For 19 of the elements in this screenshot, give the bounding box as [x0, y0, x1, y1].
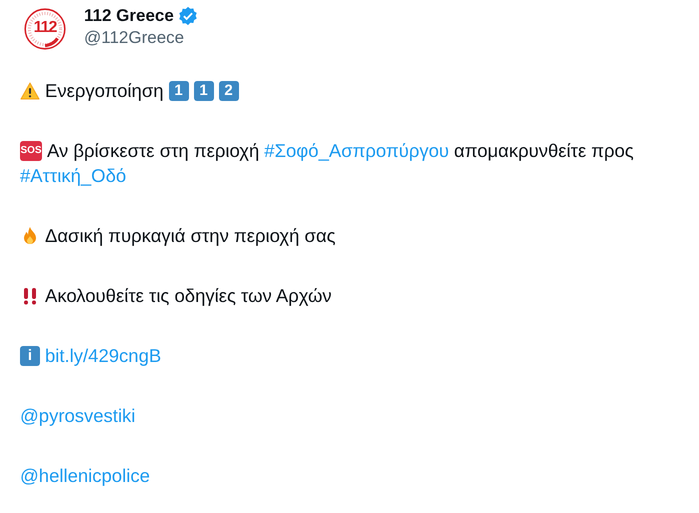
sos-emoji: SOS [20, 140, 42, 160]
tweet-link[interactable]: bit.ly/429cngB [45, 343, 162, 368]
tweet-link[interactable]: @pyrosvestiki [20, 403, 136, 428]
tweet-link[interactable]: @hellenicpolice [20, 463, 150, 488]
warning-icon [20, 80, 40, 100]
account-name[interactable]: 112 Greece [84, 6, 174, 26]
tweet-text: Δασική πυρκαγιά στην περιοχή σας [45, 224, 336, 248]
number-key-emoji: 2 [218, 80, 239, 100]
number-key-emoji: 1 [194, 80, 214, 100]
tweet-text: Αν βρίσκεστε στη περιοχή [47, 139, 260, 163]
tweet-text: Ενεργοποίηση [45, 79, 164, 103]
tweet-link[interactable]: #Σοφό_Ασπροπύργου [264, 138, 450, 163]
tweet-text: προς [591, 139, 634, 163]
account-handle[interactable]: @112Greece [84, 28, 184, 48]
tweet-text: Ακολουθείτε τις οδηγίες των Αρχών [45, 284, 332, 308]
tweet-text: απομακρυνθείτε [454, 139, 586, 163]
info-emoji: i [20, 346, 40, 366]
number-key-emoji: 1 [168, 80, 189, 100]
tweet-link[interactable]: #Αττική_Οδό [20, 163, 126, 188]
